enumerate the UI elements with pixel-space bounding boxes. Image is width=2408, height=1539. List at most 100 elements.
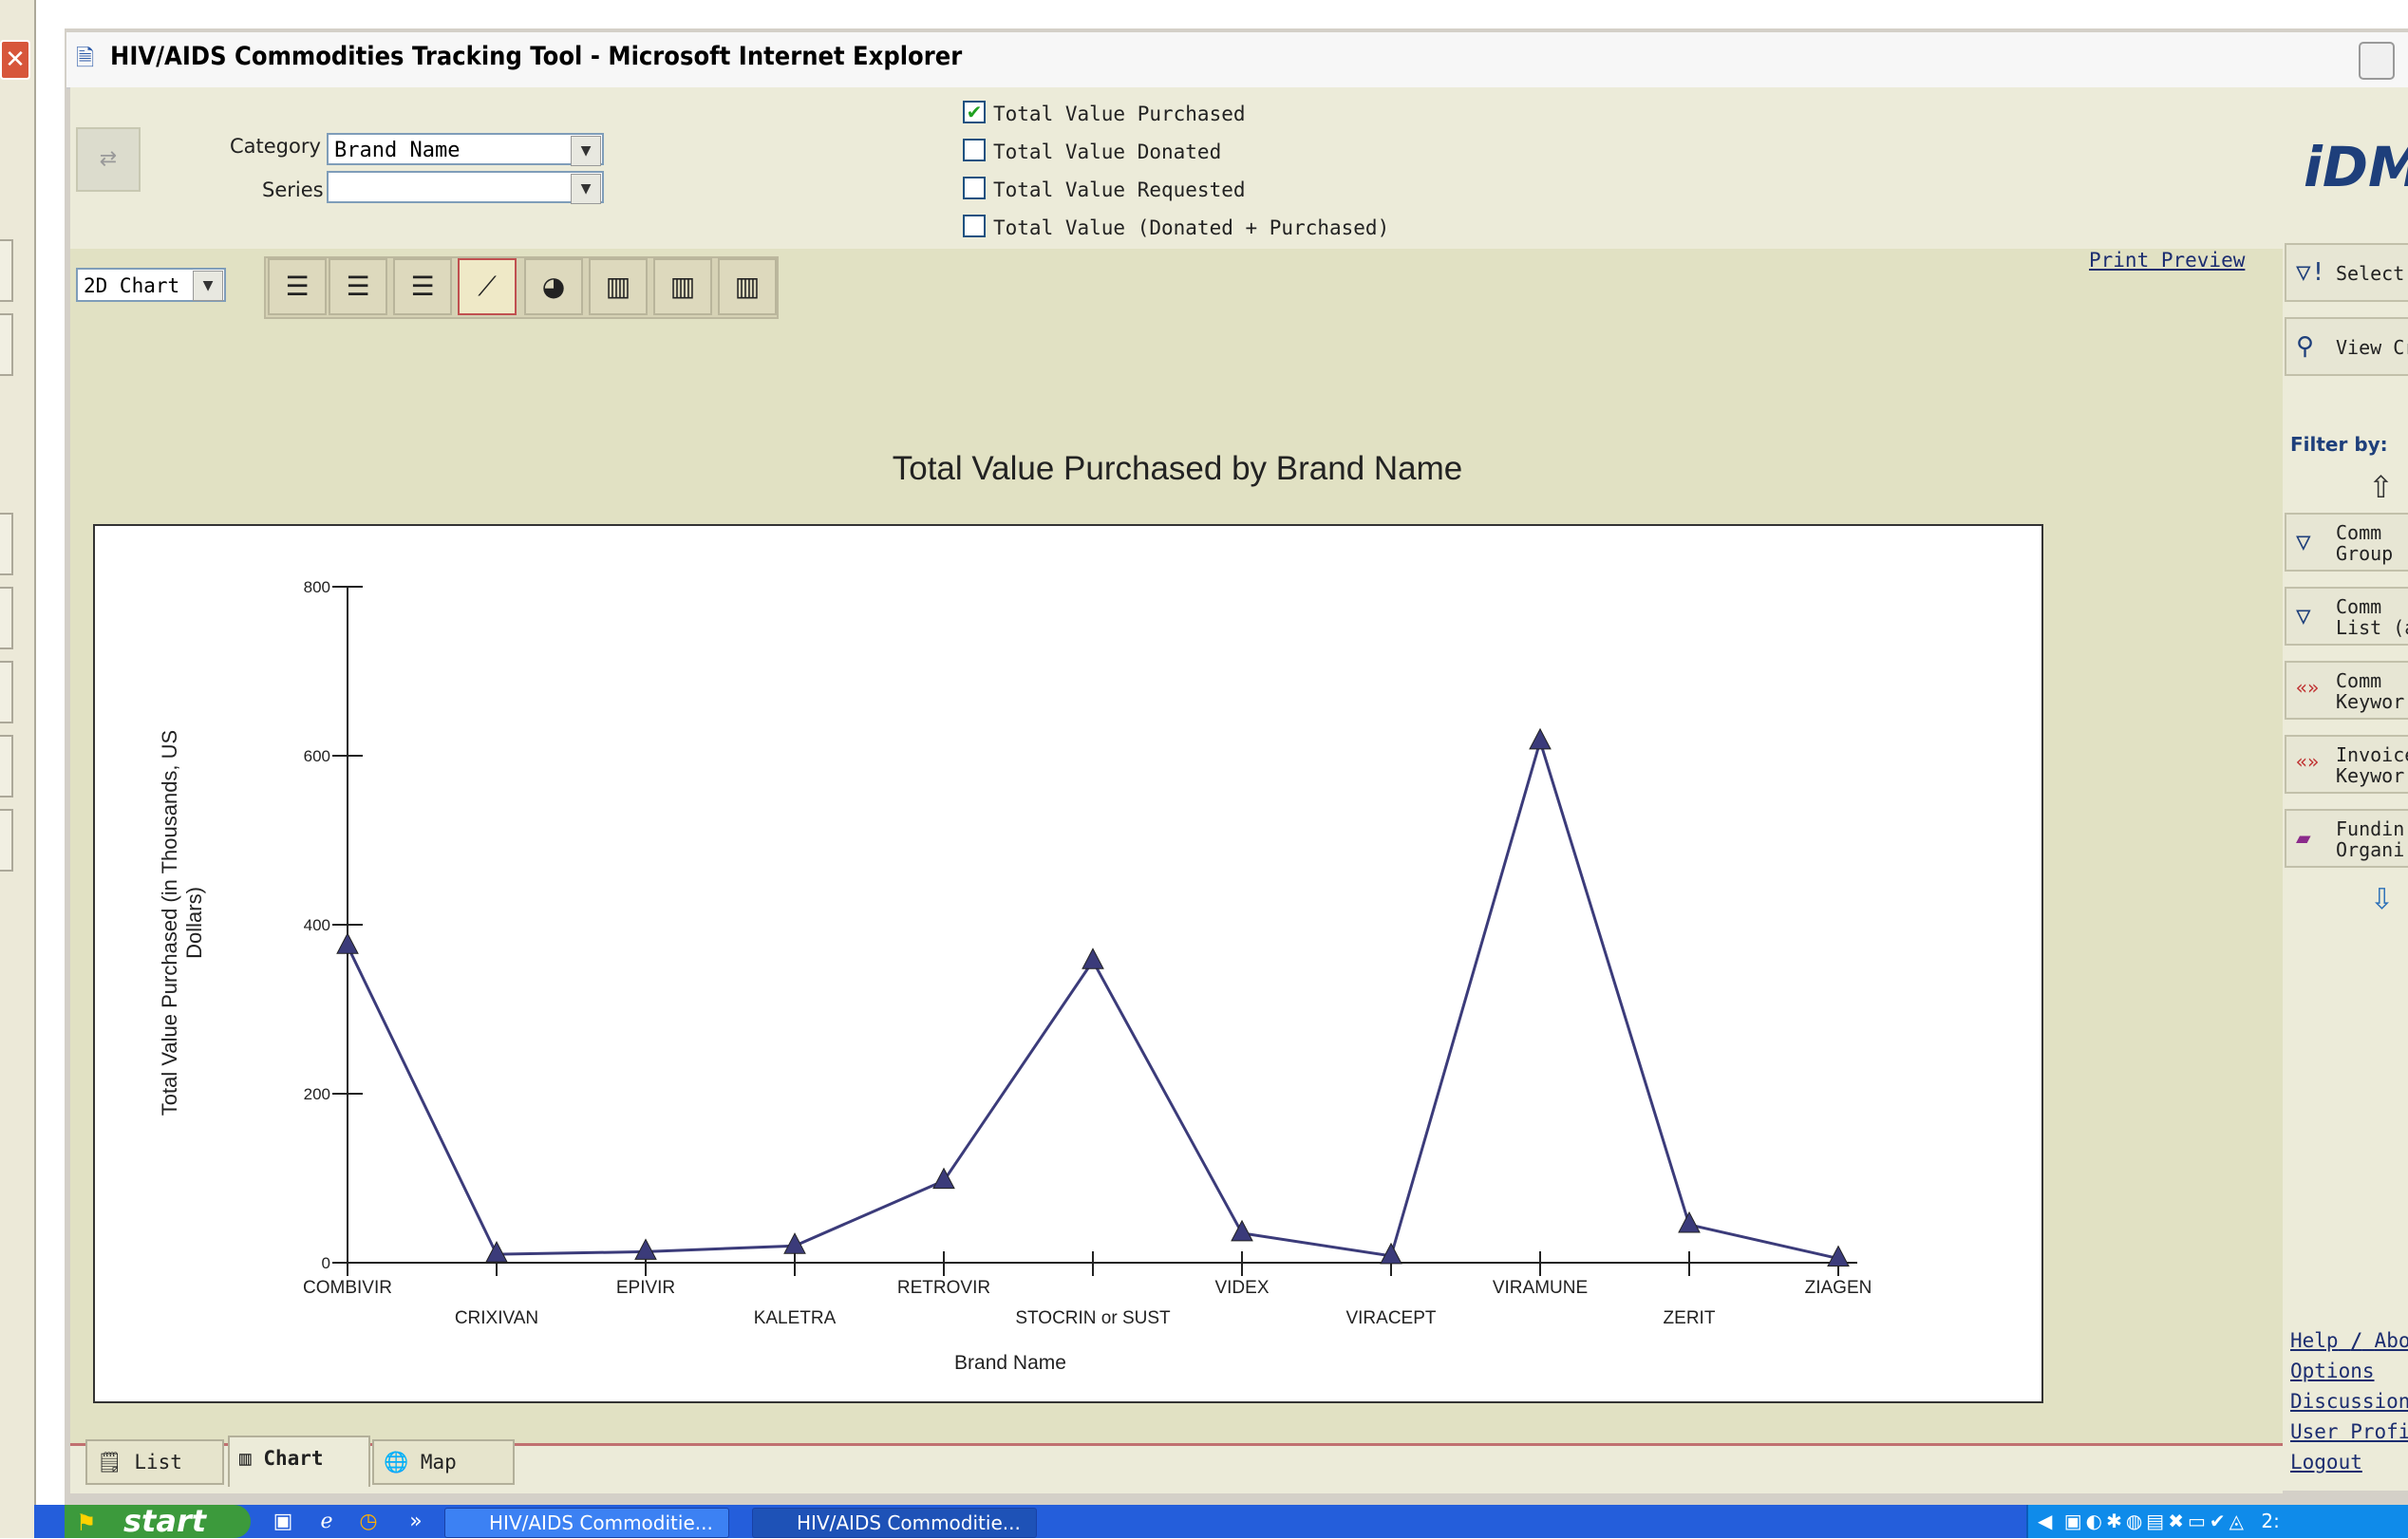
x-tick-label: ZIAGEN — [1805, 1278, 1872, 1298]
more-icon[interactable]: » — [403, 1510, 429, 1534]
background-button — [0, 239, 13, 302]
book-icon: ▰ — [2296, 824, 2311, 853]
pie-chart-icon[interactable]: ◕ — [524, 258, 583, 315]
measure-label: Total Value Donated — [993, 141, 1222, 163]
chevron-down-icon[interactable]: ▼ — [571, 174, 601, 204]
x-tick-label: KALETRA — [754, 1308, 837, 1328]
select-button[interactable]: ▽! Select — [2285, 243, 2408, 302]
data-point-marker — [634, 1238, 657, 1260]
background-button — [0, 809, 13, 872]
funnel-icon: ▽ — [2296, 602, 2311, 630]
measure-checkbox-purchased[interactable]: ✔ — [963, 101, 986, 123]
taskbar-item[interactable]: HIV/AIDS Commoditie... — [444, 1508, 729, 1538]
close-icon[interactable]: ✕ — [0, 40, 30, 80]
tab-map[interactable]: 🌐 Map — [372, 1439, 515, 1485]
windows-flag-icon: ⚑ — [76, 1510, 97, 1536]
x-tick-label: COMBIVIR — [303, 1278, 392, 1298]
help-link[interactable]: Help — [2290, 1329, 2339, 1352]
filter-item-line2: Group — [2336, 542, 2394, 565]
category-select[interactable]: Brand Name ▼ — [327, 133, 604, 166]
y-axis-title-line: Total Value Purchased (in Thousands, US — [158, 730, 181, 1116]
filter-commodity-list[interactable]: ▽ CommList (al — [2285, 587, 2408, 646]
x-tick-label: VIRACEPT — [1345, 1308, 1436, 1328]
series-select[interactable]: ▼ — [327, 171, 604, 204]
filter-funding-organization[interactable]: ▰ Fundin Organi — [2285, 809, 2408, 868]
clock-app-icon[interactable]: ◷ — [355, 1510, 382, 1534]
x-tick-label: CRIXIVAN — [455, 1308, 538, 1328]
link-separator: / — [2350, 1329, 2362, 1352]
vertical-bar-icon[interactable]: ▥ — [589, 258, 648, 315]
minimize-button[interactable] — [2359, 42, 2395, 80]
swap-axes-icon[interactable]: ⇄ — [76, 127, 141, 192]
options-link[interactable]: Options — [2290, 1360, 2375, 1382]
filter-item-line2: Keywor — [2336, 764, 2405, 787]
y-tick-label: 200 — [304, 1085, 330, 1103]
chart-mode-value: 2D Chart — [84, 274, 180, 297]
tab-chart[interactable]: ▥ Chart — [228, 1436, 370, 1487]
tab-label: Chart — [263, 1447, 324, 1470]
line-chart-icon[interactable]: ⟋ — [458, 258, 517, 315]
y-axis-title: Total Value Purchased (in Thousands, USD… — [158, 730, 206, 1116]
x-tick-label: EPIVIR — [616, 1278, 675, 1298]
filter-invoice-keyword[interactable]: «» Invoice Keywor — [2285, 735, 2408, 794]
x-tick-label: RETROVIR — [897, 1278, 990, 1298]
filter-by-heading: Filter by: — [2290, 433, 2388, 456]
filter-commodity-group[interactable]: ▽ Comm Group — [2285, 513, 2408, 572]
filter-item-line2: Organi — [2336, 838, 2405, 861]
clock-text: 2: — [2261, 1510, 2280, 1532]
internet-explorer-icon[interactable]: ℯ — [313, 1510, 340, 1534]
measure-checkbox-requested[interactable] — [963, 177, 986, 199]
chevron-down-icon[interactable]: ▼ — [193, 271, 223, 301]
filter-commodity-keyword[interactable]: «» Comm Keywor — [2285, 661, 2408, 720]
line-chart: 0 200 400 600 800 COMBIVIR CRIXIVAN EPIVIR KALET… — [158, 578, 1872, 1374]
x-tick-label: VIDEX — [1214, 1278, 1269, 1298]
print-preview-link[interactable]: Print Preview — [2089, 249, 2245, 272]
list-icon: 🗒 — [97, 1451, 122, 1473]
measure-checkbox-total[interactable] — [963, 215, 986, 237]
abc-keyword-icon: «» — [2296, 750, 2320, 773]
background-button — [0, 587, 13, 649]
logout-link[interactable]: Logout — [2290, 1451, 2362, 1473]
data-point-marker — [1231, 1219, 1253, 1242]
vertical-stacked-bar-icon[interactable]: ▥ — [653, 258, 712, 315]
chart-mode-select[interactable]: 2D Chart ▼ — [76, 268, 226, 302]
data-point-marker — [336, 932, 359, 954]
show-desktop-icon[interactable]: ▣ — [270, 1510, 296, 1534]
measure-checkbox-donated[interactable] — [963, 139, 986, 161]
filter-item-line1: Fundin — [2336, 817, 2405, 840]
x-tick-label: STOCRIN or SUST — [1015, 1308, 1171, 1328]
tab-list[interactable]: 🗒 List — [85, 1439, 224, 1485]
horizontal-stacked-bar-icon[interactable]: ☰ — [329, 258, 387, 315]
y-axis-title-line: Dollars) — [182, 887, 206, 959]
x-tick-label: ZERIT — [1664, 1308, 1716, 1328]
abc-keyword-icon: «» — [2296, 676, 2320, 699]
arrow-down-icon[interactable]: ⇩ — [2370, 883, 2394, 916]
horizontal-bar-icon[interactable]: ☰ — [268, 258, 327, 315]
about-link[interactable]: Abo — [2375, 1329, 2408, 1352]
filter-item-line1: Invoice — [2336, 743, 2408, 766]
taskbar-item-label: HIV/AIDS Commoditie... — [797, 1511, 1021, 1534]
filter-item-line1: Comm — [2336, 669, 2382, 692]
filter-item-line2: Keywor — [2336, 690, 2405, 713]
binoculars-icon: ⚲ — [2296, 332, 2315, 361]
vertical-percent-bar-icon[interactable]: ▥ — [718, 258, 777, 315]
x-axis-title: Brand Name — [954, 1352, 1066, 1374]
tray-collapse-icon[interactable]: ◀ — [2038, 1510, 2052, 1532]
category-label: Category — [230, 135, 321, 158]
taskbar-item-label: HIV/AIDS Commoditie... — [489, 1511, 713, 1534]
tray-icons[interactable]: ▣◐✱◍▤✖▭✔◬ — [2064, 1510, 2248, 1532]
horizontal-percent-bar-icon[interactable]: ☰ — [393, 258, 452, 315]
arrow-up-icon[interactable]: ⇧ — [2368, 469, 2394, 505]
system-tray: ◀ ▣◐✱◍▤✖▭✔◬ 2: — [2026, 1505, 2408, 1538]
background-button — [0, 313, 13, 376]
data-point-marker — [485, 1241, 508, 1263]
chevron-down-icon[interactable]: ▼ — [571, 136, 601, 166]
view-criteria-button[interactable]: ⚲ View Cr — [2285, 317, 2408, 376]
filter-alert-icon: ▽! — [2296, 258, 2326, 287]
user-profile-link[interactable]: User Profile — [2290, 1420, 2408, 1443]
measure-label: Total Value Requested — [993, 178, 1246, 201]
taskbar-item-active[interactable]: HIV/AIDS Commoditie... — [752, 1508, 1037, 1538]
discussion-link[interactable]: Discussion — [2290, 1390, 2408, 1413]
globe-icon: 🌐 — [384, 1451, 409, 1473]
bar-chart-icon: ▥ — [239, 1447, 252, 1470]
